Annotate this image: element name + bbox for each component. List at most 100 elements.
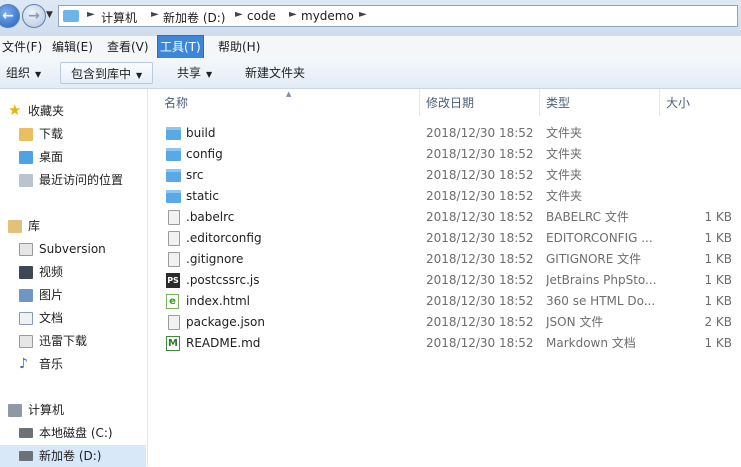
nav-desktop[interactable]: 桌面: [0, 146, 146, 168]
breadcrumb-computer[interactable]: 计算机: [101, 9, 137, 26]
file-name: .gitignore: [186, 252, 244, 266]
nav-label: 计算机: [28, 403, 65, 417]
address-bar[interactable]: ► 计算机 ► 新加卷 (D:) ► code ► mydemo ►: [58, 5, 738, 27]
nav-computer[interactable]: 计算机: [0, 399, 146, 421]
file-row[interactable]: build 2018/12/30 18:52 文件夹: [148, 123, 741, 144]
organize-label: 组织: [6, 66, 31, 80]
file-size: 1 KB: [704, 336, 732, 350]
file-list: ▲ 名称 修改日期 类型 大小 build 2018/12/30 18:52 文件夹…: [148, 89, 741, 466]
nav-music[interactable]: ♪ 音乐: [0, 353, 146, 375]
file-row[interactable]: static 2018/12/30 18:52 文件夹: [148, 186, 741, 207]
file-modified-date: 2018/12/30 18:52: [426, 336, 534, 350]
back-button[interactable]: ←: [0, 4, 20, 28]
chevron-down-icon: ▼: [35, 70, 42, 79]
recent-places-icon: [19, 174, 33, 187]
breadcrumb-separator-icon[interactable]: ►: [289, 9, 297, 20]
share-label: 共享: [177, 66, 202, 80]
file-row[interactable]: M README.md 2018/12/30 18:52 Markdown 文档 1 K…: [148, 333, 741, 354]
chevron-down-icon: ▼: [206, 70, 213, 79]
menu-file[interactable]: 文件(F): [0, 36, 44, 58]
forward-button[interactable]: →: [22, 4, 46, 28]
file-row[interactable]: package.json 2018/12/30 18:52 JSON 文件 2 KB: [148, 312, 741, 333]
file-type: BABELRC 文件: [546, 210, 629, 224]
file-name: config: [186, 147, 223, 161]
folder-icon: [63, 10, 79, 22]
breadcrumb-code[interactable]: code: [247, 9, 276, 23]
nav-pictures[interactable]: 图片: [0, 284, 146, 306]
nav-documents[interactable]: 文档: [0, 307, 146, 329]
html-icon: e: [166, 294, 179, 309]
download-library-icon: [19, 335, 33, 348]
folder-icon: [166, 169, 181, 182]
nav-subversion[interactable]: Subversion: [0, 238, 146, 260]
nav-recent-places[interactable]: 最近访问的位置: [0, 169, 146, 191]
new-folder-button[interactable]: 新建文件夹: [245, 58, 305, 88]
column-header-type[interactable]: 类型: [540, 89, 660, 116]
file-row[interactable]: .babelrc 2018/12/30 18:52 BABELRC 文件 1 KB: [148, 207, 741, 228]
file-size: 1 KB: [704, 252, 732, 266]
breadcrumb-mydemo[interactable]: mydemo: [301, 9, 354, 23]
file-type: JetBrains PhpSto...: [546, 273, 656, 287]
recent-pages-dropdown-icon[interactable]: ▼: [46, 10, 53, 20]
document-icon: [168, 231, 180, 246]
nav-downloads[interactable]: 下载: [0, 123, 146, 145]
desktop-icon: [19, 151, 33, 164]
file-name: package.json: [186, 315, 266, 329]
breadcrumb-separator-icon[interactable]: ►: [359, 9, 367, 20]
document-library-icon: [19, 243, 33, 256]
file-name: src: [186, 168, 204, 182]
nav-label: 收藏夹: [28, 104, 65, 118]
organize-button[interactable]: 组织 ▼: [6, 58, 41, 88]
include-in-library-label: 包含到库中: [71, 67, 132, 81]
nav-label: 文档: [39, 311, 64, 325]
nav-thunder-downloads[interactable]: 迅雷下载: [0, 330, 146, 352]
computer-icon: [8, 404, 22, 417]
file-size: 2 KB: [704, 315, 732, 329]
file-modified-date: 2018/12/30 18:52: [426, 168, 534, 182]
file-modified-date: 2018/12/30 18:52: [426, 294, 534, 308]
nav-favorites[interactable]: ★ 收藏夹: [0, 100, 146, 122]
file-type: EDITORCONFIG ...: [546, 231, 653, 245]
breadcrumb-separator-icon[interactable]: ►: [235, 9, 243, 20]
column-header-name[interactable]: 名称: [158, 89, 420, 116]
nav-label: 视频: [39, 265, 64, 279]
file-type: 文件夹: [546, 189, 583, 203]
file-type: JSON 文件: [546, 315, 604, 329]
file-name: .editorconfig: [186, 231, 262, 245]
file-name: index.html: [186, 294, 250, 308]
column-header-date[interactable]: 修改日期: [420, 89, 540, 116]
file-row[interactable]: PS .postcssrc.js 2018/12/30 18:52 JetBrains…: [148, 270, 741, 291]
menu-edit[interactable]: 编辑(E): [50, 36, 95, 58]
file-size: 1 KB: [704, 231, 732, 245]
include-in-library-button[interactable]: 包含到库中 ▼: [60, 62, 154, 84]
file-row[interactable]: e index.html 2018/12/30 18:52 360 se HTML D…: [148, 291, 741, 312]
file-row[interactable]: config 2018/12/30 18:52 文件夹: [148, 144, 741, 165]
file-size: 1 KB: [704, 273, 732, 287]
file-modified-date: 2018/12/30 18:52: [426, 315, 534, 329]
file-type: GITIGNORE 文件: [546, 252, 642, 266]
nav-drive-d[interactable]: 新加卷 (D:): [0, 445, 146, 467]
breadcrumb-separator-icon[interactable]: ►: [151, 9, 159, 20]
menu-tools[interactable]: 工具(T): [157, 35, 204, 59]
share-button[interactable]: 共享 ▼: [177, 58, 212, 88]
nav-videos[interactable]: 视频: [0, 261, 146, 283]
picture-library-icon: [19, 289, 33, 302]
nav-libraries[interactable]: 库: [0, 215, 146, 237]
folder-icon: [166, 190, 181, 203]
file-row[interactable]: src 2018/12/30 18:52 文件夹: [148, 165, 741, 186]
chevron-down-icon: ▼: [136, 71, 143, 80]
column-header-size[interactable]: 大小: [660, 89, 741, 116]
nav-label: 桌面: [39, 150, 64, 164]
file-row[interactable]: .gitignore 2018/12/30 18:52 GITIGNORE 文件 1 …: [148, 249, 741, 270]
file-row[interactable]: .editorconfig 2018/12/30 18:52 EDITORCONFI…: [148, 228, 741, 249]
breadcrumb-drive-d[interactable]: 新加卷 (D:): [163, 9, 225, 26]
nav-label: 库: [28, 219, 41, 233]
nav-label: 最近访问的位置: [39, 173, 124, 187]
download-folder-icon: [19, 128, 33, 141]
nav-drive-c[interactable]: 本地磁盘 (C:): [0, 422, 146, 444]
file-type: 文件夹: [546, 168, 583, 182]
menu-view[interactable]: 查看(V): [105, 36, 151, 58]
file-type: 文件夹: [546, 126, 583, 140]
menu-help[interactable]: 帮助(H): [216, 36, 262, 58]
breadcrumb-separator-icon[interactable]: ►: [87, 9, 95, 20]
